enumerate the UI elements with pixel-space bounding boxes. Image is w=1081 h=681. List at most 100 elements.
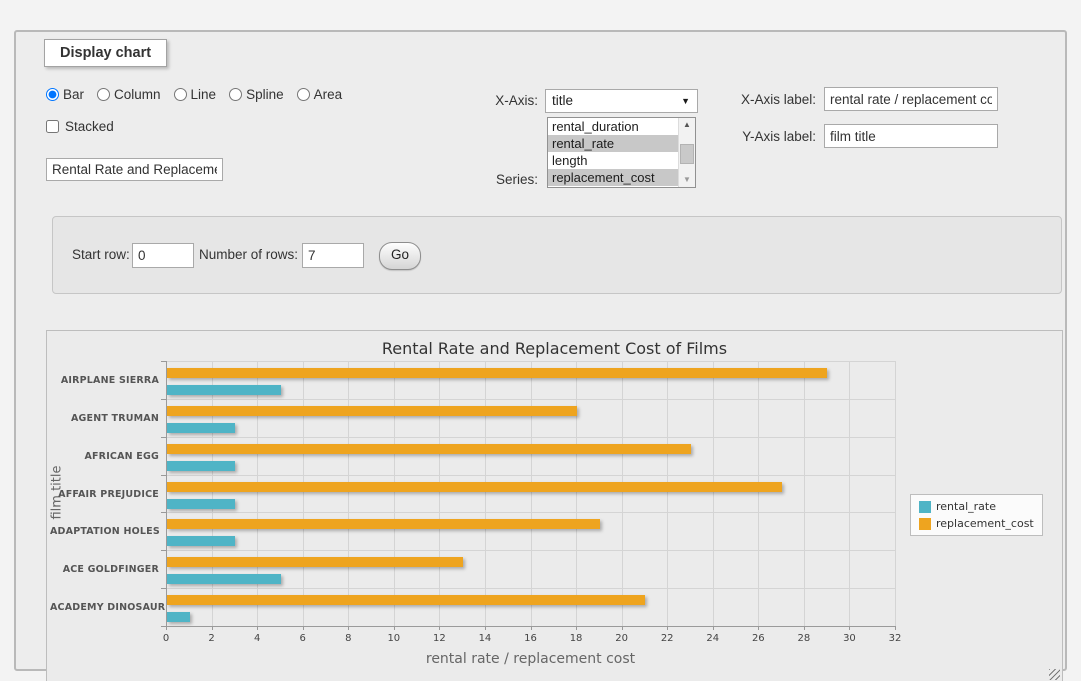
- category-label: AGENT TRUMAN: [50, 413, 159, 425]
- x-axis-select[interactable]: title ▼: [545, 89, 698, 113]
- scroll-down-icon[interactable]: ▼: [679, 173, 695, 187]
- x-axis-label-caption: X-Axis label:: [716, 92, 816, 107]
- bar-replacement_cost[interactable]: [167, 406, 577, 416]
- category-label: AFRICAN EGG: [50, 451, 159, 463]
- x-tick-label: 20: [607, 633, 637, 644]
- x-tick-label: 30: [834, 633, 864, 644]
- chart-title: Rental Rate and Replacement Cost of Film…: [47, 339, 1062, 358]
- legend-item-rental_rate[interactable]: rental_rate: [919, 500, 1034, 513]
- stacked-option[interactable]: Stacked: [46, 119, 114, 134]
- y-gridline: [166, 512, 895, 513]
- page: BarColumnLineSplineArea Stacked X-Axis: …: [0, 0, 1081, 681]
- stacked-checkbox[interactable]: [46, 120, 59, 133]
- chart-type-radio-area[interactable]: [297, 88, 310, 101]
- series-option-rental_duration[interactable]: rental_duration: [548, 118, 679, 135]
- num-rows-input[interactable]: [302, 243, 364, 268]
- row-range-box: Start row: Number of rows: Go: [52, 216, 1062, 294]
- chart-type-option-area[interactable]: Area: [297, 87, 343, 102]
- bar-replacement_cost[interactable]: [167, 444, 691, 454]
- bar-rental_rate[interactable]: [167, 461, 235, 471]
- chart-type-label: Area: [314, 87, 343, 102]
- bar-rental_rate[interactable]: [167, 423, 235, 433]
- x-tick-label: 10: [379, 633, 409, 644]
- x-gridline: [303, 361, 304, 626]
- legend-item-replacement_cost[interactable]: replacement_cost: [919, 517, 1034, 530]
- start-row-label: Start row:: [72, 247, 130, 262]
- chart-legend: rental_rate replacement_cost: [910, 494, 1043, 536]
- bar-replacement_cost[interactable]: [167, 482, 782, 492]
- listbox-scrollbar[interactable]: ▲ ▼: [678, 118, 695, 187]
- x-tick-label: 22: [652, 633, 682, 644]
- y-axis-label-input[interactable]: [824, 124, 998, 148]
- category-label: AIRPLANE SIERRA: [50, 375, 159, 387]
- y-gridline: [166, 588, 895, 589]
- bar-replacement_cost[interactable]: [167, 368, 827, 378]
- series-option-length[interactable]: length: [548, 152, 679, 169]
- category-label: ACE GOLDFINGER: [50, 564, 159, 576]
- x-gridline: [713, 361, 714, 626]
- go-button[interactable]: Go: [379, 242, 421, 270]
- resize-handle[interactable]: [1049, 669, 1060, 680]
- series-option-rental_rate[interactable]: rental_rate: [548, 135, 679, 152]
- x-axis-title: rental rate / replacement cost: [166, 651, 895, 667]
- start-row-input[interactable]: [132, 243, 194, 268]
- y-axis-line: [166, 361, 167, 627]
- x-tick-label: 28: [789, 633, 819, 644]
- chart-type-option-line[interactable]: Line: [174, 87, 217, 102]
- chart-type-radio-line[interactable]: [174, 88, 187, 101]
- chart-type-option-column[interactable]: Column: [97, 87, 161, 102]
- bar-rental_rate[interactable]: [167, 536, 235, 546]
- x-gridline: [576, 361, 577, 626]
- bar-rental_rate[interactable]: [167, 499, 235, 509]
- chart-type-label: Spline: [246, 87, 284, 102]
- panel-title: Display chart: [44, 39, 167, 67]
- x-gridline: [849, 361, 850, 626]
- bar-replacement_cost[interactable]: [167, 595, 645, 605]
- bar-rental_rate[interactable]: [167, 385, 281, 395]
- display-chart-panel: BarColumnLineSplineArea Stacked X-Axis: …: [14, 30, 1067, 671]
- x-gridline: [348, 361, 349, 626]
- chart-type-option-spline[interactable]: Spline: [229, 87, 284, 102]
- x-axis-tick: [895, 626, 896, 630]
- x-axis-line: [166, 626, 895, 627]
- x-axis-label-input[interactable]: [824, 87, 998, 111]
- series-listbox[interactable]: rental_durationrental_ratelengthreplacem…: [547, 117, 696, 188]
- x-tick-label: 26: [743, 633, 773, 644]
- x-tick-label: 8: [333, 633, 363, 644]
- scroll-up-icon[interactable]: ▲: [679, 118, 695, 132]
- chevron-down-icon: ▼: [681, 96, 690, 106]
- chart-type-option-bar[interactable]: Bar: [46, 87, 84, 102]
- legend-swatch: [919, 501, 931, 513]
- bar-rental_rate[interactable]: [167, 574, 281, 584]
- chart-type-label: Column: [114, 87, 161, 102]
- x-tick-label: 14: [470, 633, 500, 644]
- y-gridline: [166, 437, 895, 438]
- series-options: rental_durationrental_ratelengthreplacem…: [548, 118, 695, 186]
- chart-title-input[interactable]: [46, 158, 223, 181]
- bar-replacement_cost[interactable]: [167, 557, 463, 567]
- chart-type-radio-column[interactable]: [97, 88, 110, 101]
- x-gridline: [758, 361, 759, 626]
- plot-area: 02468101214161820222426283032AIRPLANE SI…: [166, 361, 895, 626]
- y-gridline: [166, 550, 895, 551]
- x-tick-label: 4: [242, 633, 272, 644]
- series-option-replacement_cost[interactable]: replacement_cost: [548, 169, 679, 186]
- x-axis-selected-value: title: [552, 93, 573, 108]
- x-gridline: [804, 361, 805, 626]
- scrollbar-thumb[interactable]: [680, 144, 694, 164]
- x-gridline: [439, 361, 440, 626]
- x-gridline: [895, 361, 896, 626]
- legend-label: replacement_cost: [936, 517, 1034, 530]
- x-gridline: [485, 361, 486, 626]
- chart-type-radio-bar[interactable]: [46, 88, 59, 101]
- bar-rental_rate[interactable]: [167, 612, 190, 622]
- x-axis-select-label: X-Axis:: [446, 93, 538, 108]
- bar-replacement_cost[interactable]: [167, 519, 600, 529]
- x-tick-label: 12: [424, 633, 454, 644]
- num-rows-label: Number of rows:: [199, 247, 298, 262]
- category-label: AFFAIR PREJUDICE: [50, 489, 159, 501]
- x-tick-label: 0: [151, 633, 181, 644]
- chart-type-radio-spline[interactable]: [229, 88, 242, 101]
- x-tick-label: 32: [880, 633, 910, 644]
- x-gridline: [394, 361, 395, 626]
